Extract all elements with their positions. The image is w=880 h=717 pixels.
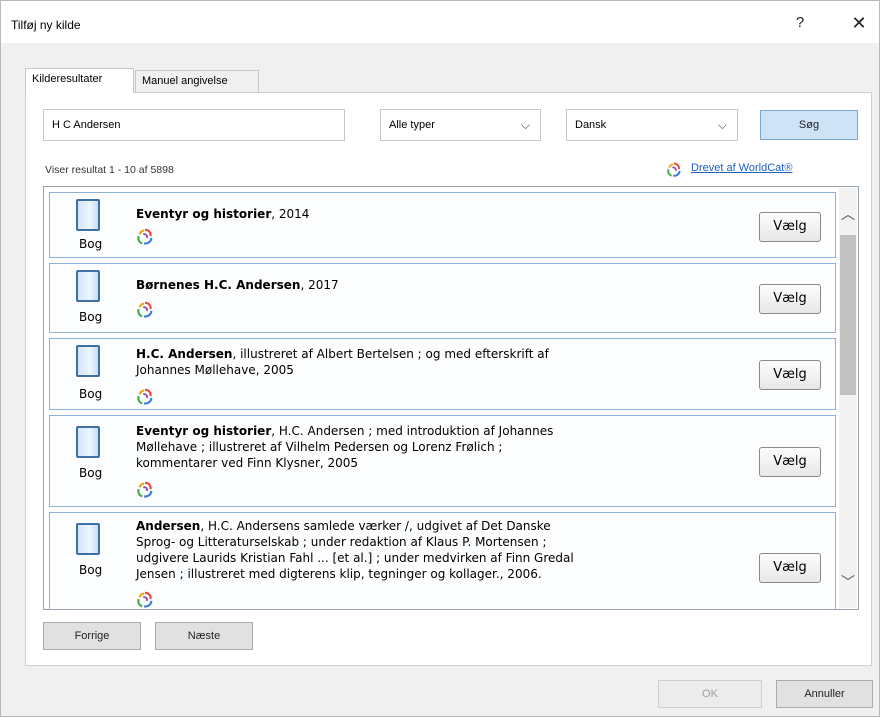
scrollbar-thumb[interactable] [840,235,856,395]
next-page-button[interactable]: Næste [155,622,253,650]
choose-button[interactable]: Vælg [759,553,821,583]
result-entry: Andersen, H.C. Andersens samlede værker … [136,518,756,582]
result-details: , illustreret af Albert Bertelsen ; og m… [232,347,549,361]
result-details-line: Jensen ; illustreret med digterens klip,… [136,567,542,581]
result-details-line: kommentarer ved Finn Klysner, 2005 [136,456,359,470]
result-entry: Børnenes H.C. Andersen, 2017 [136,277,746,293]
book-icon [76,270,100,302]
result-details: , H.C. Andersens samlede værker /, udgiv… [200,519,551,533]
chevron-down-icon: ⌵ [520,118,530,132]
result-title: Eventyr og historier [136,207,272,221]
result-title: Børnenes H.C. Andersen [136,278,301,292]
search-input[interactable] [43,109,345,141]
result-type-label: Bog [79,466,103,480]
result-type-label: Bog [79,563,103,577]
result-entry: Eventyr og historier, 2014 [136,206,746,222]
result-type-label: Bog [79,310,103,324]
chevron-down-icon[interactable]: ﹀ [839,572,857,590]
help-button[interactable]: ? [788,11,812,35]
add-source-dialog: Tilføj ny kilde ? ✕ Kilderesultater Manu… [0,0,880,717]
result-details: , H.C. Andersen ; med introduktion af Jo… [271,424,554,438]
chevron-down-icon: ⌵ [717,118,727,132]
result-card: Bog Eventyr og historier, 2014 Vælg [49,192,836,258]
result-details-line: Johannes Møllehave, 2005 [136,363,294,377]
results-list: Bog Eventyr og historier, 2014 Vælg Bog … [43,186,859,610]
result-details-line: Møllehave ; illustreret af Vilhelm Peder… [136,440,503,454]
language-filter-value: Dansk [575,119,607,131]
result-entry: Eventyr og historier, H.C. Andersen ; me… [136,423,746,471]
tab-source-results[interactable]: Kilderesultater [25,68,134,93]
title-bar: Tilføj ny kilde ? ✕ [1,1,879,43]
chevron-up-icon[interactable]: ︿ [839,204,857,222]
worldcat-link[interactable]: Drevet af WorldCat® [691,162,792,174]
tab-label: Manuel angivelse [142,75,228,87]
result-details-line: Sprog- og Litteraturselskab ; under reda… [136,535,547,549]
choose-button[interactable]: Vælg [759,360,821,390]
result-details: , 2017 [300,278,339,292]
result-type-label: Bog [79,237,103,251]
previous-page-button[interactable]: Forrige [43,622,141,650]
results-count: Viser resultat 1 - 10 af 5898 [45,164,174,176]
book-icon [76,523,100,555]
result-card: Bog Andersen, H.C. Andersens samlede vær… [49,512,836,609]
dialog-title: Tilføj ny kilde [11,18,81,32]
worldcat-logo-icon [137,388,153,405]
worldcat-logo-icon [667,162,681,177]
close-button[interactable]: ✕ [845,11,873,35]
book-icon [76,345,100,377]
search-button[interactable]: Søg [760,110,858,140]
tab-label: Kilderesultater [32,73,103,85]
result-card: Bog Børnenes H.C. Andersen, 2017 Vælg [49,263,836,333]
result-details-line: udgivere Laurids Kristian Fahl ... [et a… [136,551,574,565]
type-filter-select[interactable]: Alle typer ⌵ [380,109,541,141]
choose-button[interactable]: Vælg [759,212,821,242]
ok-button[interactable]: OK [658,680,762,708]
result-card: Bog H.C. Andersen, illustreret af Albert… [49,338,836,410]
results-scrollbar[interactable]: ︿ ﹀ [839,188,857,608]
book-icon [76,199,100,231]
language-filter-select[interactable]: Dansk ⌵ [566,109,738,141]
result-details: , 2014 [271,207,310,221]
tab-manual-entry[interactable]: Manuel angivelse [135,70,259,93]
result-title: Eventyr og historier [136,424,272,438]
worldcat-logo-icon [137,481,153,498]
result-title: Andersen [136,519,201,533]
result-type-label: Bog [79,387,103,401]
worldcat-logo-icon [137,591,153,608]
cancel-button[interactable]: Annuller [776,680,873,708]
book-icon [76,426,100,458]
result-card: Bog Eventyr og historier, H.C. Andersen … [49,415,836,507]
choose-button[interactable]: Vælg [759,447,821,477]
worldcat-logo-icon [137,228,153,245]
worldcat-logo-icon [137,301,153,318]
type-filter-value: Alle typer [389,119,435,131]
choose-button[interactable]: Vælg [759,284,821,314]
result-title: H.C. Andersen [136,347,233,361]
result-entry: H.C. Andersen, illustreret af Albert Ber… [136,346,746,378]
